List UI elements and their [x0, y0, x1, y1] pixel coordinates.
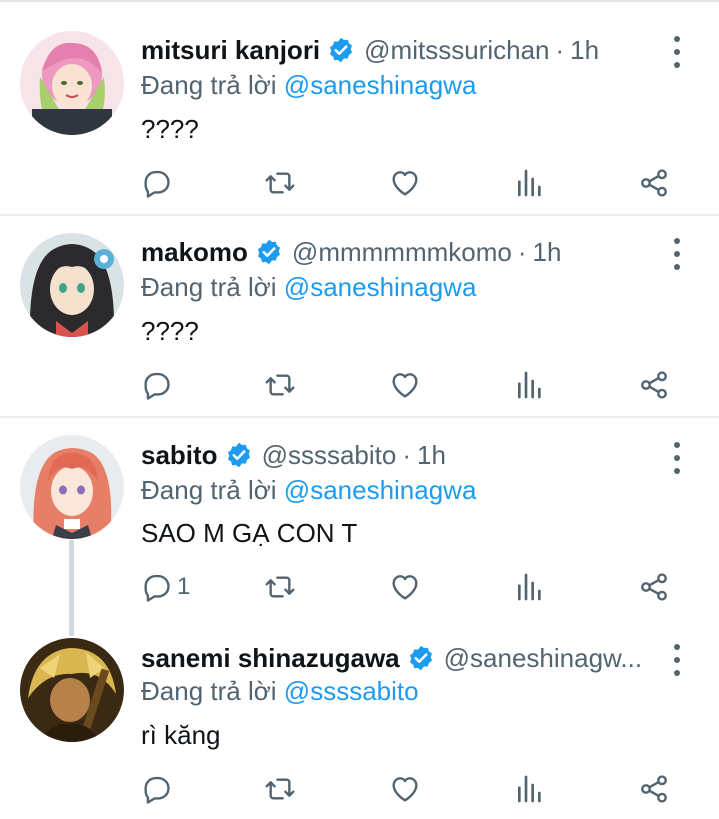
- timestamp[interactable]: 1h: [417, 440, 446, 471]
- action-bar: [0, 365, 719, 405]
- reply-button[interactable]: [141, 769, 177, 809]
- avatar[interactable]: [20, 435, 124, 539]
- stats-icon: [518, 371, 541, 399]
- stats-icon: [518, 169, 541, 197]
- share-button[interactable]: [638, 567, 670, 607]
- verified-badge-icon: [409, 645, 432, 671]
- handle[interactable]: @mmmmmmkomo: [292, 237, 512, 268]
- verified-badge-icon: [227, 442, 250, 468]
- separator: ·: [555, 34, 565, 65]
- tweet-text: ????: [141, 114, 199, 144]
- display-name[interactable]: makomo: [141, 237, 248, 268]
- more-icon[interactable]: [667, 442, 687, 474]
- like-icon: [392, 777, 418, 802]
- share-button[interactable]: [638, 365, 670, 405]
- replying-to-label: Đang trả lời: [141, 70, 277, 100]
- replying-to: Đang trả lời @saneshinagwa: [141, 475, 476, 506]
- stats-button[interactable]: [514, 163, 546, 203]
- avatar[interactable]: [20, 638, 124, 742]
- replying-to: Đang trả lời @saneshinagwa: [141, 272, 476, 303]
- tweet-1[interactable]: mitsuri kanjori @mitsssurichan · 1h Đang…: [0, 0, 719, 214]
- like-button[interactable]: [389, 365, 421, 405]
- like-icon: [392, 171, 418, 196]
- replying-to-label: Đang trả lời: [141, 475, 277, 505]
- retweet-button[interactable]: [264, 769, 296, 809]
- display-name[interactable]: sabito: [141, 440, 218, 471]
- retweet-button[interactable]: [264, 365, 296, 405]
- reply-icon: [144, 574, 170, 602]
- share-button[interactable]: [638, 163, 670, 203]
- separator: ·: [402, 439, 412, 470]
- handle[interactable]: @mitsssurichan: [364, 35, 549, 66]
- mention-link[interactable]: @saneshinagwa: [284, 70, 477, 100]
- replying-to: Đang trả lời @saneshinagwa: [141, 70, 476, 101]
- mention-link[interactable]: @saneshinagwa: [284, 475, 477, 505]
- tweet-text: rì kăng: [141, 720, 221, 750]
- more-icon[interactable]: [667, 36, 687, 68]
- tweet-text: ????: [141, 316, 199, 346]
- tweet-2[interactable]: makomo @mmmmmmkomo · 1h Đang trả lời @sa…: [0, 216, 719, 416]
- more-icon[interactable]: [667, 644, 687, 676]
- retweet-button[interactable]: [264, 163, 296, 203]
- share-icon: [641, 573, 667, 601]
- avatar[interactable]: [20, 31, 124, 135]
- action-bar: [0, 163, 719, 203]
- mention-link[interactable]: @ssssabito: [284, 676, 419, 706]
- retweet-button[interactable]: [264, 567, 296, 607]
- tweet-4[interactable]: sanemi shinazugawa @saneshinagw... Đang …: [0, 618, 719, 819]
- share-icon: [641, 169, 667, 197]
- stats-icon: [518, 573, 541, 601]
- action-bar: [0, 769, 719, 809]
- like-button[interactable]: [389, 163, 421, 203]
- verified-badge-icon: [257, 239, 280, 265]
- reply-icon: [144, 372, 170, 400]
- avatar[interactable]: [20, 233, 124, 337]
- display-name[interactable]: sanemi shinazugawa: [141, 643, 400, 674]
- separator: ·: [517, 236, 527, 267]
- reply-button[interactable]: [141, 163, 177, 203]
- share-icon: [641, 775, 667, 803]
- stats-icon: [518, 775, 541, 803]
- reply-button[interactable]: 1: [141, 567, 190, 607]
- retweet-icon: [265, 576, 295, 598]
- like-button[interactable]: [389, 567, 421, 607]
- stats-button[interactable]: [514, 567, 546, 607]
- retweet-icon: [265, 172, 295, 194]
- stats-button[interactable]: [514, 769, 546, 809]
- like-icon: [392, 575, 418, 600]
- display-name[interactable]: mitsuri kanjori: [141, 35, 320, 66]
- replying-to-label: Đang trả lời: [141, 272, 277, 302]
- share-icon: [641, 371, 667, 399]
- mention-link[interactable]: @saneshinagwa: [284, 272, 477, 302]
- replying-to: Đang trả lời @ssssabito: [141, 676, 419, 707]
- verified-badge-icon: [330, 37, 353, 63]
- tweet-header: makomo @mmmmmmkomo · 1h: [141, 234, 661, 270]
- timestamp[interactable]: 1h: [570, 35, 599, 66]
- tweet-text: SAO M GẠ CON T: [141, 518, 358, 548]
- reply-icon: [144, 776, 170, 804]
- more-icon[interactable]: [667, 238, 687, 270]
- handle[interactable]: @ssssabito: [262, 440, 397, 471]
- stats-button[interactable]: [514, 365, 546, 405]
- tweet-header: sabito @ssssabito · 1h: [141, 437, 661, 473]
- share-button[interactable]: [638, 769, 670, 809]
- reply-button[interactable]: [141, 365, 177, 405]
- tweet-header: sanemi shinazugawa @saneshinagw...: [141, 640, 661, 676]
- tweet-header: mitsuri kanjori @mitsssurichan · 1h: [141, 32, 661, 68]
- handle[interactable]: @saneshinagw...: [444, 643, 642, 674]
- retweet-icon: [265, 778, 295, 800]
- retweet-icon: [265, 374, 295, 396]
- tweet-3[interactable]: sabito @ssssabito · 1h Đang trả lời @san…: [0, 418, 719, 636]
- reply-count: 1: [177, 573, 191, 600]
- reply-icon: [144, 170, 170, 198]
- timestamp[interactable]: 1h: [533, 237, 562, 268]
- replying-to-label: Đang trả lời: [141, 676, 277, 706]
- like-button[interactable]: [389, 769, 421, 809]
- like-icon: [392, 373, 418, 398]
- action-bar: 1: [0, 567, 719, 607]
